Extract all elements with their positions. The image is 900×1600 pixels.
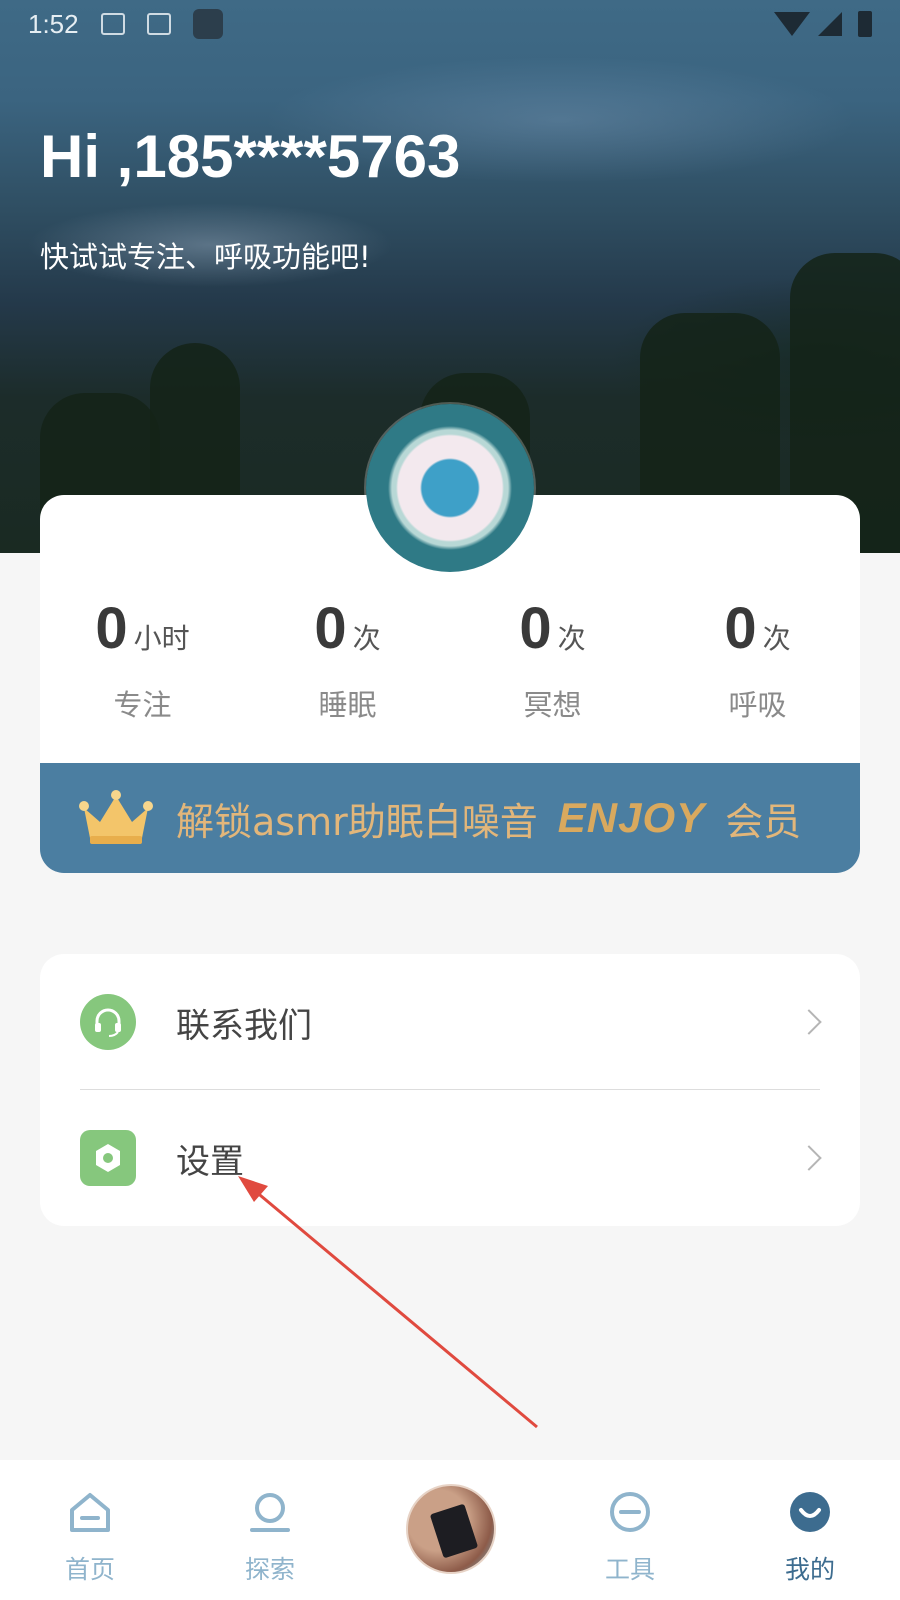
- book-image: [429, 1503, 479, 1559]
- status-bar: 1:52: [0, 0, 900, 48]
- chevron-right-icon: [796, 1009, 822, 1035]
- stat-unit: 次: [352, 622, 381, 655]
- menu-item-settings[interactable]: 设置: [40, 1090, 860, 1226]
- chevron-right-icon: [796, 1145, 822, 1171]
- stats-row: 0 小时 专注 0 次 睡眠 0 次 冥想 0 次 呼吸: [40, 595, 860, 724]
- nav-label: 工具: [604, 1555, 655, 1584]
- stat-value: 0: [314, 596, 347, 661]
- stat-value: 0: [95, 596, 128, 661]
- settings-hex-icon: [80, 1130, 136, 1186]
- menu-item-label: 联系我们: [176, 1005, 312, 1046]
- image-icon: [100, 13, 125, 35]
- stat-meditation[interactable]: 0 次 冥想: [450, 595, 655, 724]
- bottom-nav: 首页 探索 工具 我的: [0, 1460, 900, 1600]
- stat-sleep[interactable]: 0 次 睡眠: [245, 595, 450, 724]
- nav-label: 探索: [244, 1555, 295, 1584]
- profile-icon: [790, 1492, 830, 1532]
- stat-label: 专注: [113, 688, 172, 722]
- nav-tools[interactable]: 工具: [540, 1460, 720, 1600]
- menu-item-contact-us[interactable]: 联系我们: [40, 954, 860, 1090]
- wifi-icon: [774, 12, 810, 36]
- battery-icon: [858, 11, 872, 37]
- nav-explore[interactable]: 探索: [180, 1460, 360, 1600]
- player-disc-icon: [406, 1484, 496, 1574]
- vip-banner[interactable]: 解锁asmr助眠白噪音 ENJOY 会员: [40, 763, 860, 873]
- stat-unit: 次: [762, 622, 791, 655]
- stat-label: 冥想: [523, 688, 582, 722]
- signal-icon: [818, 12, 842, 36]
- stat-label: 睡眠: [318, 688, 377, 722]
- vip-text: 解锁asmr助眠白噪音: [176, 799, 538, 844]
- nav-player[interactable]: [360, 1460, 540, 1600]
- stat-value: 0: [724, 596, 757, 661]
- stat-unit: 次: [557, 622, 586, 655]
- nav-home[interactable]: 首页: [0, 1460, 180, 1600]
- explore-icon: [250, 1493, 290, 1532]
- stat-unit: 小时: [133, 622, 190, 655]
- greeting-subtitle: 快试试专注、呼吸功能吧!: [40, 240, 371, 274]
- stat-breathing[interactable]: 0 次 呼吸: [655, 595, 860, 724]
- tools-icon: [610, 1492, 650, 1532]
- crown-icon: [79, 790, 153, 844]
- menu-card: 联系我们 设置: [40, 954, 860, 1226]
- home-icon: [70, 1493, 110, 1532]
- nav-label: 首页: [64, 1555, 115, 1584]
- menu-item-label: 设置: [176, 1141, 244, 1182]
- stat-focus[interactable]: 0 小时 专注: [40, 595, 245, 724]
- headset-icon: [80, 994, 136, 1050]
- vip-enjoy-text: ENJOY: [557, 794, 706, 841]
- app-icon: [192, 9, 223, 39]
- nav-label: 我的: [784, 1555, 835, 1584]
- greeting-title: Hi ,185****5763: [40, 123, 461, 190]
- nav-profile[interactable]: 我的: [720, 1460, 900, 1600]
- font-icon: [146, 13, 171, 35]
- vip-member-text: 会员: [725, 799, 802, 844]
- avatar[interactable]: [366, 404, 534, 572]
- stat-value: 0: [519, 596, 552, 661]
- stat-label: 呼吸: [728, 688, 787, 722]
- status-time: 1:52: [28, 8, 79, 39]
